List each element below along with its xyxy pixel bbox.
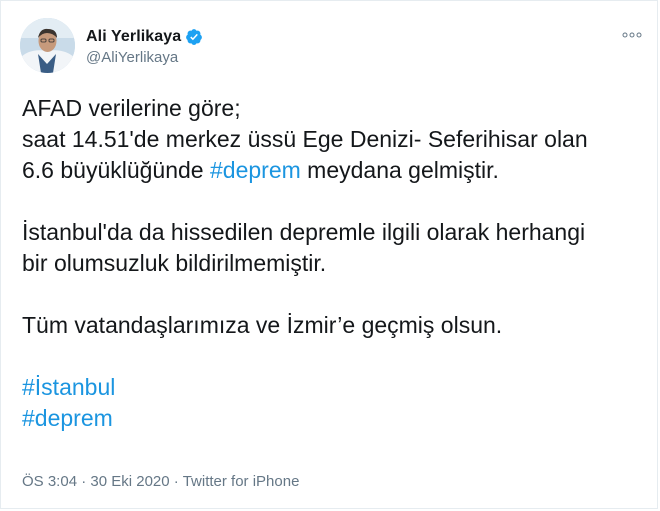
hashtag-line: #deprem	[22, 403, 642, 434]
display-name[interactable]: Ali Yerlikaya	[86, 28, 181, 46]
hashtag-link-deprem[interactable]: #deprem	[210, 157, 301, 183]
tweet-text: AFAD verilerine göre; saat 14.51'de merk…	[22, 93, 642, 434]
hashtag-line: #İstanbul	[22, 372, 642, 403]
tweet-line: bir olumsuzluk bildirilmemiştir.	[22, 250, 327, 276]
tweet-source[interactable]: Twitter for iPhone	[183, 473, 300, 490]
tweet-line: İstanbul'da da hissedilen depremle ilgil…	[22, 219, 586, 245]
more-options-button[interactable]	[621, 27, 643, 41]
tweet-time[interactable]: ÖS 3:04	[22, 473, 77, 490]
tweet-header: Ali Yerlikaya @AliYerlikaya	[20, 18, 203, 73]
tweet-meta: ÖS 3:04 · 30 Eki 2020 · Twitter for iPho…	[22, 473, 299, 490]
author-names: Ali Yerlikaya @AliYerlikaya	[86, 26, 203, 66]
tweet-text-fragment: meydana gelmiştir.	[300, 157, 499, 183]
tweet-date[interactable]: 30 Eki 2020	[90, 473, 169, 490]
more-options-icon	[622, 25, 642, 43]
hashtag-link-istanbul[interactable]: #İstanbul	[22, 374, 115, 400]
tweet-line: saat 14.51'de merkez üssü Ege Denizi- Se…	[22, 126, 588, 152]
tweet-line: AFAD verilerine göre;	[22, 95, 241, 121]
tweet-text-fragment: 6.6 büyüklüğünde	[22, 157, 210, 183]
meta-separator: ·	[169, 473, 183, 490]
hashtag-link-deprem-2[interactable]: #deprem	[22, 405, 113, 431]
tweet-card: Ali Yerlikaya @AliYerlikaya AFAD veriler…	[0, 0, 658, 509]
tweet-line: 6.6 büyüklüğünde #deprem meydana gelmişt…	[22, 155, 642, 186]
tweet-line: Tüm vatandaşlarımıza ve İzmir’e geçmiş o…	[22, 312, 503, 338]
handle[interactable]: @AliYerlikaya	[86, 49, 203, 66]
verified-badge-icon	[185, 28, 203, 46]
name-row: Ali Yerlikaya	[86, 26, 203, 48]
meta-separator: ·	[77, 473, 91, 490]
avatar[interactable]	[20, 18, 75, 73]
